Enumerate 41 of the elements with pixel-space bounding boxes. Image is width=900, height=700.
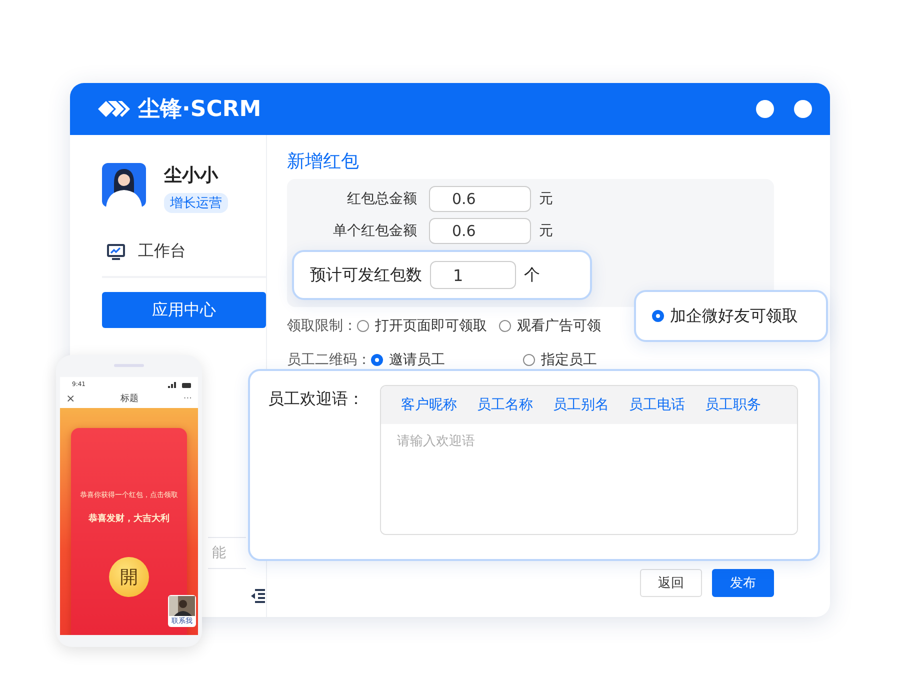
- signal-battery-icon: [168, 382, 192, 388]
- variable-link[interactable]: 客户昵称: [401, 396, 457, 414]
- variable-link[interactable]: 员工职务: [705, 396, 761, 414]
- monitor-icon: [106, 242, 126, 262]
- brand-name: 尘锋·SCRM: [138, 96, 262, 124]
- count-input[interactable]: 1: [430, 261, 516, 289]
- variable-link[interactable]: 员工名称: [477, 396, 533, 414]
- close-button[interactable]: ×: [66, 392, 76, 405]
- radio-option[interactable]: 打开页面即可领取: [357, 317, 487, 335]
- radio-option[interactable]: 观看广告可领: [499, 317, 601, 335]
- page-title: 新增红包: [287, 150, 360, 173]
- avatar-icon: [102, 163, 146, 207]
- field-label: 领取限制：: [287, 317, 357, 335]
- back-button[interactable]: 返回: [640, 569, 702, 597]
- phone-title: 标题: [120, 392, 138, 405]
- more-button[interactable]: ···: [183, 394, 192, 404]
- radio-option[interactable]: 加企微好友可领取: [652, 306, 798, 326]
- envelope-slogan: 恭喜发财，大吉大利: [88, 512, 170, 525]
- window-dot-icon[interactable]: [756, 100, 774, 118]
- unit-label: 个: [524, 264, 540, 286]
- publish-button[interactable]: 发布: [712, 569, 774, 597]
- radio-option[interactable]: 指定员工: [523, 351, 663, 369]
- field-label: 预计可发红包数: [310, 264, 422, 286]
- variable-link[interactable]: 员工电话: [629, 396, 685, 414]
- window-dot-icon[interactable]: [794, 100, 812, 118]
- field-label: 红包总金额: [346, 190, 417, 208]
- field-label: 单个红包金额: [332, 222, 417, 240]
- unit-label: 元: [539, 222, 553, 240]
- app-center-button[interactable]: 应用中心: [102, 292, 266, 328]
- unit-label: 元: [539, 190, 553, 208]
- amount-input[interactable]: 0.6: [429, 218, 531, 244]
- role-tag: 增长运营: [164, 193, 228, 213]
- field-label: 员工二维码：: [287, 351, 371, 369]
- variable-link[interactable]: 员工别名: [553, 396, 609, 414]
- user-name: 尘小小: [164, 164, 218, 187]
- workbench-nav-item[interactable]: 工作台: [102, 235, 266, 278]
- amount-input[interactable]: 0.6: [429, 186, 531, 212]
- welcome-editor[interactable]: 客户昵称 员工名称 员工别名 员工电话 员工职务 请输入欢迎语: [380, 385, 798, 535]
- open-button[interactable]: 開: [109, 557, 149, 597]
- field-label: 员工欢迎语：: [268, 389, 364, 410]
- collapse-menu-icon[interactable]: [250, 589, 266, 603]
